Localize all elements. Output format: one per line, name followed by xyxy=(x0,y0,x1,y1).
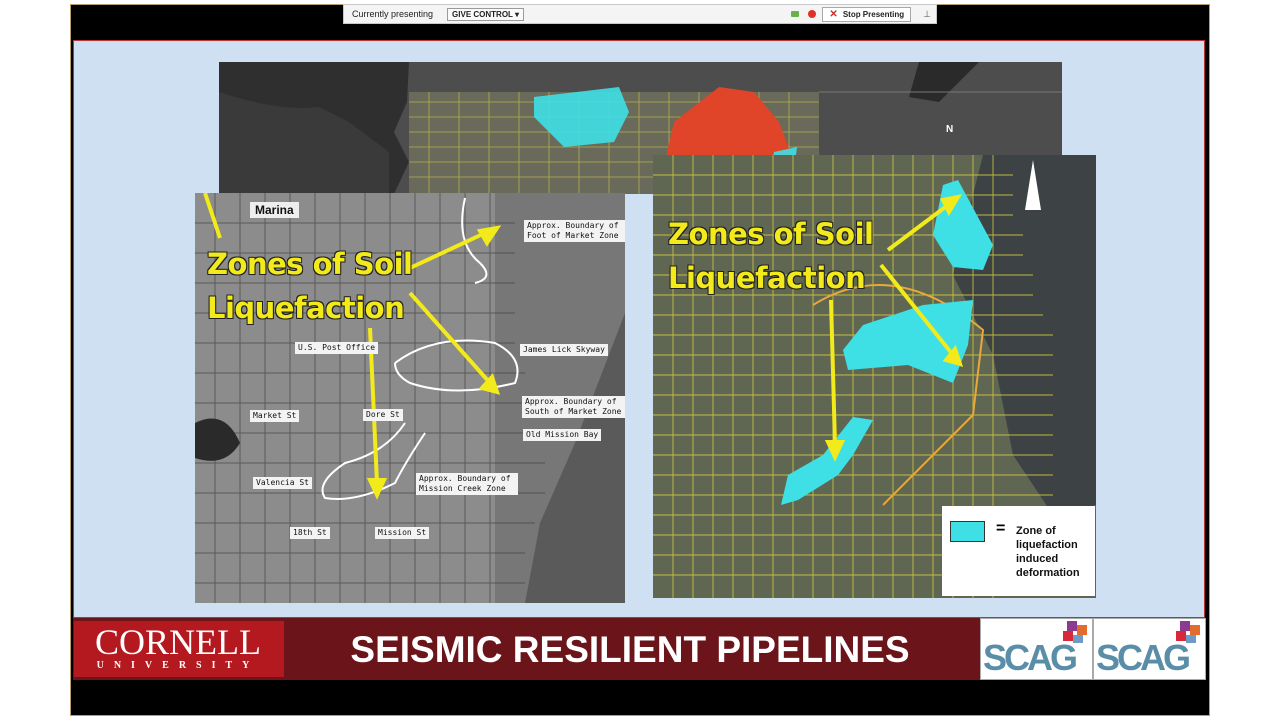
cornell-logo-subtitle: UNIVERSITY xyxy=(96,660,260,671)
cornell-logo-name: CORNELL xyxy=(95,622,261,662)
scag-logo: SCAG xyxy=(980,618,1093,680)
left-zones-heading: Zones of Soil Liquefaction xyxy=(207,242,413,330)
right-heading-line2: Liquefaction xyxy=(668,261,866,295)
stop-presenting-button[interactable]: ✕ Stop Presenting xyxy=(822,6,912,22)
map-label: Valencia St xyxy=(253,477,312,489)
map-legend: = Zone of liquefaction induced deformati… xyxy=(942,506,1095,596)
marina-label: Marina xyxy=(250,202,299,218)
map-label: James Lick Skyway xyxy=(520,344,608,356)
currently-presenting-label: Currently presenting xyxy=(352,9,434,19)
give-control-label: GIVE CONTROL xyxy=(452,9,513,19)
scag-logo-text: SCAG xyxy=(1096,637,1191,678)
left-heading-line2: Liquefaction xyxy=(207,291,405,325)
left-heading-line1: Zones of Soil xyxy=(207,247,413,281)
close-icon: ✕ xyxy=(829,8,838,20)
give-control-button[interactable]: GIVE CONTROL ▾ xyxy=(447,7,525,21)
scag-logo: SCAG xyxy=(1093,618,1206,680)
presenting-toolbar: Currently presenting GIVE CONTROL ▾ ✕ Sto… xyxy=(343,4,937,24)
legend-swatch xyxy=(950,521,985,542)
map-label: Approx. Boundary of Mission Creek Zone xyxy=(416,473,518,495)
north-indicator: N xyxy=(946,124,954,135)
chat-icon[interactable] xyxy=(791,11,800,17)
legend-text: Zone of liquefaction induced deformation xyxy=(1016,525,1080,579)
cornell-logo: CORNELL UNIVERSITY xyxy=(78,624,278,672)
map-label: U.S. Post Office xyxy=(295,342,379,354)
slide-title: SEISMIC RESILIENT PIPELINES xyxy=(350,629,910,670)
map-label: Dore St xyxy=(363,409,403,421)
map-label: Mission St xyxy=(375,527,430,539)
map-label: 18th St xyxy=(290,527,330,539)
map-label: Approx. Boundary of South of Market Zone xyxy=(522,396,625,418)
right-zones-heading: Zones of Soil Liquefaction xyxy=(668,212,874,300)
map-label: Old Mission Bay xyxy=(523,429,602,441)
right-heading-line1: Zones of Soil xyxy=(668,217,874,251)
pin-icon[interactable]: ⊥ xyxy=(923,9,931,20)
map-label: Market St xyxy=(250,410,300,422)
legend-equals: = xyxy=(996,520,1006,537)
stop-presenting-label: Stop Presenting xyxy=(842,9,905,19)
record-icon[interactable] xyxy=(808,10,817,18)
map-label: Approx. Boundary of Foot of Market Zone xyxy=(524,220,625,242)
scag-logo-text: SCAG xyxy=(983,637,1078,678)
